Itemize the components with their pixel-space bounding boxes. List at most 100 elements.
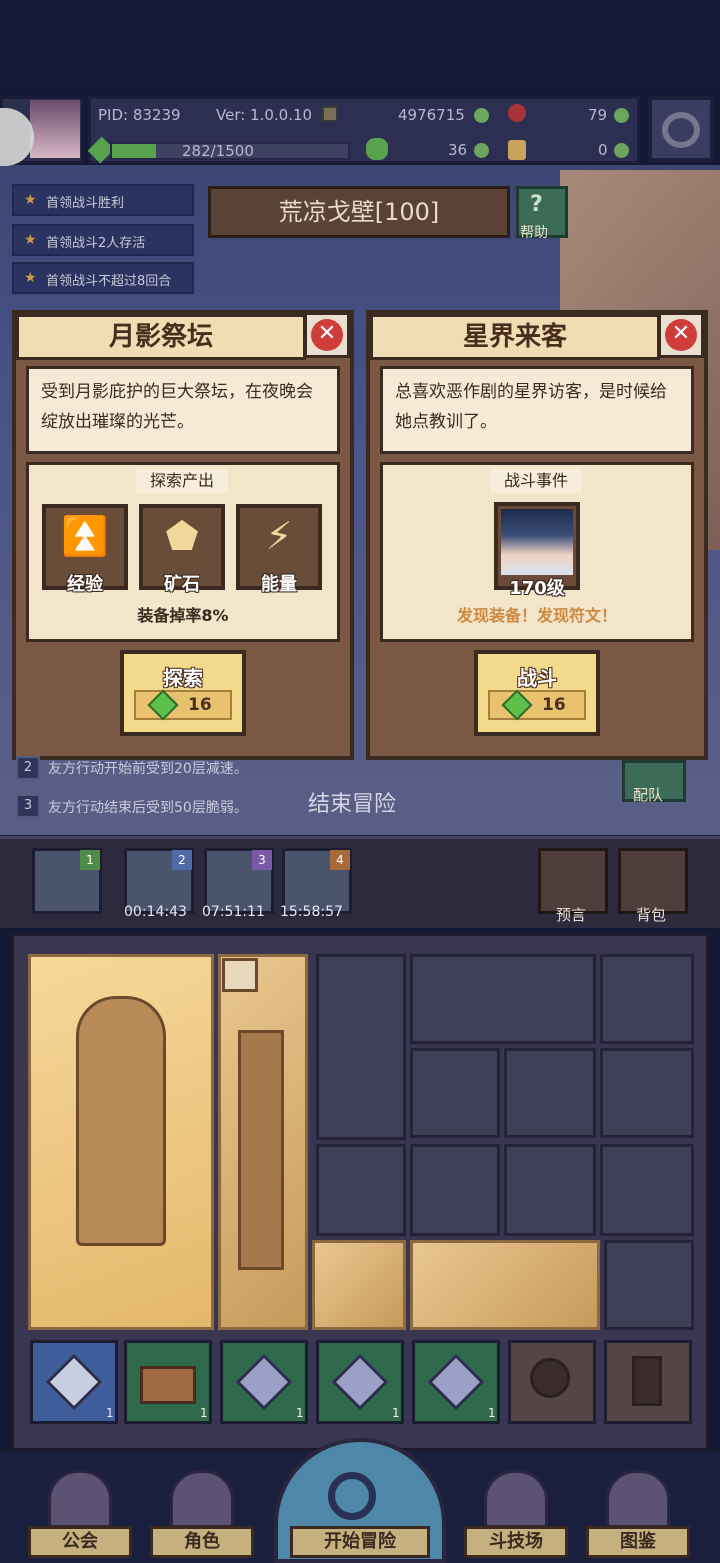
objective-1: ★ 首领战斗胜利 — [12, 184, 194, 216]
end-adventure-button[interactable]: 结束冒险 — [308, 786, 396, 818]
nav-codex[interactable]: 图鉴 — [586, 1526, 690, 1558]
explore-label: 探索 — [163, 666, 203, 690]
map-tile-unexplored[interactable] — [604, 1240, 694, 1330]
effect-2-text: 友方行动开始前受到20层减速。 — [48, 761, 248, 777]
map-tile-cactus[interactable] — [316, 954, 406, 1140]
version-text: Ver: 1.0.0.10 — [216, 106, 313, 124]
exp-arrow-icon: ⏫ — [61, 514, 109, 558]
star-icon: ★ — [24, 192, 37, 208]
codex-icon[interactable] — [606, 1470, 670, 1528]
potion-icon — [508, 140, 526, 160]
pid-text: PID: 83239 — [98, 106, 181, 124]
map-tile-unexplored[interactable] — [410, 1048, 500, 1138]
nav-start-adventure[interactable]: 开始冒险 — [290, 1526, 430, 1558]
item-3-count: 1 — [296, 1406, 304, 1420]
card-right-description: 总喜欢恶作剧的星界访客，是时候给她点教训了。 — [380, 366, 694, 454]
totem-icon — [632, 1356, 662, 1406]
effect-2-index: 2 — [16, 756, 40, 780]
card-left-title: 月影祭坛 — [16, 314, 306, 360]
top-background — [0, 0, 720, 92]
nav-arena[interactable]: 斗技场 — [464, 1526, 568, 1558]
red-gem-icon — [508, 104, 526, 122]
map-tile-unexplored[interactable] — [600, 1048, 694, 1138]
gear-icon — [662, 112, 700, 148]
fight-cost-value: 16 — [542, 695, 566, 715]
map-tile-unexplored[interactable] — [600, 954, 694, 1044]
gold-plus-icon[interactable] — [474, 108, 489, 123]
map-tile-fossil[interactable] — [410, 954, 596, 1044]
clover-plus-icon[interactable] — [474, 143, 489, 158]
backpack-label: 背包 — [636, 906, 667, 924]
star-icon: ★ — [24, 270, 37, 286]
map-tile-unexplored[interactable] — [410, 1144, 500, 1236]
effect-3-index: 3 — [16, 794, 40, 818]
prophecy-label: 预言 — [556, 906, 587, 924]
team-label: 配队 — [633, 786, 664, 804]
red-gem-plus-icon[interactable] — [614, 108, 629, 123]
nav-guild[interactable]: 公会 — [28, 1526, 132, 1558]
slot-3-badge: 3 — [252, 850, 272, 870]
slot-1-badge: 1 — [80, 850, 100, 870]
output-energy-label: 能量 — [261, 574, 297, 595]
slot-2-timer: 00:14:43 — [124, 904, 187, 920]
slot-4-badge: 4 — [330, 850, 350, 870]
map-tile-unexplored[interactable] — [504, 1048, 596, 1138]
bomb-icon — [530, 1358, 570, 1398]
pillar-icon — [238, 1030, 284, 1270]
drop-rate-text: 装备掉率8% — [137, 606, 229, 625]
item-2-count: 1 — [200, 1406, 208, 1420]
item-1-count: 1 — [106, 1406, 114, 1420]
gold-count: 4976715 — [398, 106, 465, 124]
objective-label: 首领战斗2人存活 — [46, 236, 146, 251]
crossed-swords-icon[interactable] — [484, 1470, 548, 1528]
potion-plus-icon[interactable] — [614, 143, 629, 158]
map-tile-unexplored[interactable] — [504, 1144, 596, 1236]
objective-label: 首领战斗不超过8回合 — [46, 274, 172, 289]
exp-bar-fill — [112, 144, 156, 158]
event-reward-text: 发现装备！发现符文！ — [456, 606, 617, 625]
objective-3: ★ 首领战斗不超过8回合 — [12, 262, 194, 294]
slot-3-timer: 07:51:11 — [202, 904, 265, 920]
help-label: 帮助 — [520, 225, 548, 241]
clover-count: 36 — [448, 141, 468, 159]
character-icon[interactable] — [170, 1470, 234, 1528]
magnifier-icon — [328, 1472, 376, 1520]
slot-strip — [0, 836, 720, 928]
slot-2-badge: 2 — [172, 850, 192, 870]
copy-icon[interactable] — [322, 106, 338, 122]
fight-label: 战斗 — [517, 666, 557, 690]
player-avatar[interactable] — [30, 100, 80, 158]
nav-character[interactable]: 角色 — [150, 1526, 254, 1558]
lock-badge-icon — [222, 958, 258, 992]
lightning-icon: ⚡ — [265, 514, 293, 558]
card-right-section-title: 战斗事件 — [490, 469, 582, 493]
slot-4-timer: 15:58:57 — [280, 904, 343, 920]
ore-icon: ⬟ — [165, 514, 199, 558]
card-left-description: 受到月影庇护的巨大祭坛，在夜晚会绽放出璀璨的光芒。 — [26, 366, 340, 454]
map-tile-bones[interactable] — [410, 1240, 600, 1330]
question-icon: ? — [530, 192, 543, 217]
effect-3-text: 友方行动结束后受到50层脆弱。 — [48, 800, 248, 816]
objective-2: ★ 首领战斗2人存活 — [12, 224, 194, 256]
potion-count: 0 — [598, 141, 608, 159]
exp-text: 282/1500 — [182, 142, 254, 160]
map-tile-unexplored[interactable] — [600, 1144, 694, 1236]
explore-cost-value: 16 — [188, 695, 212, 715]
output-exp-label: 经验 — [67, 574, 103, 595]
item-5-count: 1 — [488, 1406, 496, 1420]
card-right-title: 星界来客 — [370, 314, 660, 360]
map-tile-unexplored[interactable] — [316, 1144, 406, 1236]
chest-icon — [140, 1366, 196, 1404]
guild-icon[interactable] — [48, 1470, 112, 1528]
item-4-count: 1 — [392, 1406, 400, 1420]
red-gem-count: 79 — [588, 106, 608, 124]
enemy-level: 170级 — [509, 578, 565, 599]
card-left-section-title: 探索产出 — [136, 469, 228, 493]
clover-icon — [366, 138, 388, 160]
map-tile-rocks[interactable] — [312, 1240, 406, 1330]
close-icon: ✕ — [311, 319, 343, 351]
close-icon: ✕ — [665, 319, 697, 351]
enemy-portrait — [501, 509, 573, 575]
output-ore-label: 矿石 — [164, 574, 200, 595]
objective-label: 首领战斗胜利 — [46, 196, 125, 211]
